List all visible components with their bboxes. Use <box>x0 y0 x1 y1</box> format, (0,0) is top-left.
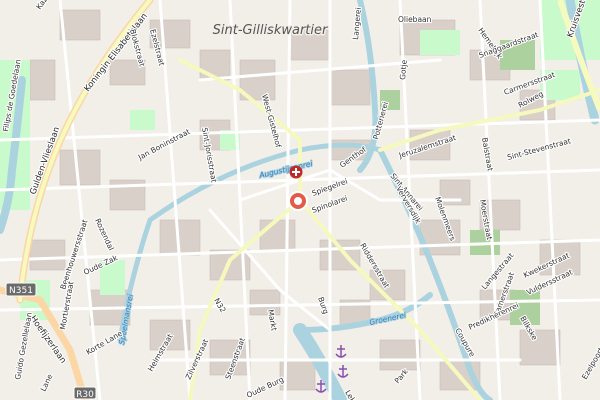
map-canvas[interactable]: Sint-Gilliskwartier Augustijnenrei Speel… <box>0 0 600 400</box>
street-label: Gotje <box>398 59 409 80</box>
street-label: Lane <box>39 372 55 393</box>
district-label: Sint-Gilliskwartier <box>213 23 329 38</box>
street-label: Jan Boninstraat <box>136 127 192 162</box>
location-pin-icon[interactable] <box>288 191 308 211</box>
street-label: Oude Burg <box>245 375 285 400</box>
water-label-groenerei: Groenerei <box>369 310 408 327</box>
svg-text:R30: R30 <box>76 390 94 400</box>
street-label: Balstraat <box>480 137 495 172</box>
street-label: Ezelpoort <box>580 346 600 381</box>
street-label: Guido Gezellelaan <box>13 311 34 380</box>
svg-text:N351: N351 <box>9 286 33 296</box>
street-label: Kazernevest <box>34 0 68 11</box>
road-shield-n351: N351 <box>5 282 37 297</box>
street-label: Rozendal <box>93 217 116 252</box>
harbour-icon[interactable] <box>337 365 349 378</box>
hospital-icon[interactable] <box>289 165 303 179</box>
street-label: Langerei <box>351 7 363 40</box>
harbour-icon[interactable] <box>335 345 347 358</box>
street-label: Sint-Stevenstraat <box>506 136 572 162</box>
map-viewport[interactable]: Sint-Gilliskwartier Augustijnenrei Speel… <box>0 0 600 400</box>
road-shield-r30: R30 <box>73 386 97 400</box>
street-label: Oliebaan <box>398 15 432 24</box>
